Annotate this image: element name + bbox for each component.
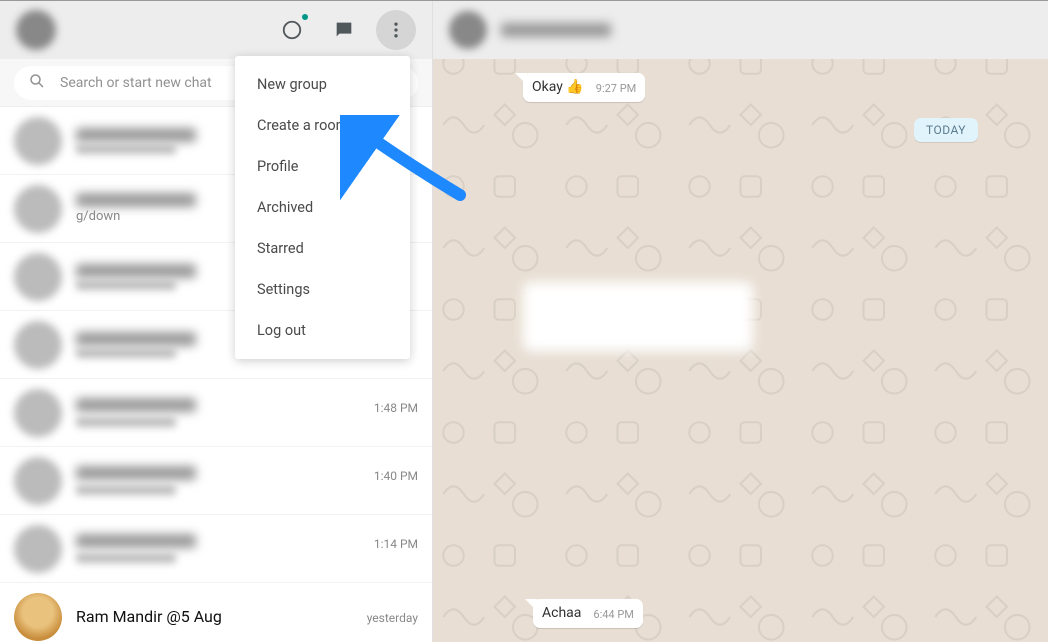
message-bubble-in-blurred — [523, 282, 753, 352]
menu-settings[interactable]: Settings — [235, 269, 410, 310]
chat-preview — [76, 553, 176, 563]
chat-avatar — [14, 457, 62, 505]
message-text: Achaa — [542, 605, 581, 621]
message-time: 6:44 PM — [593, 608, 633, 621]
conversation-header — [433, 1, 1048, 59]
chat-list-item[interactable]: 1:48 PM — [0, 379, 432, 447]
app-root: g/down 1:48 PM — [0, 0, 1048, 642]
chat-time: yesterday — [367, 611, 418, 625]
message-bubble-in: Okay 👍 9:27 PM — [523, 73, 645, 102]
chat-avatar — [14, 253, 62, 301]
left-panel: g/down 1:48 PM — [0, 1, 433, 642]
chat-preview — [76, 280, 176, 290]
right-panel: Okay 👍 9:27 PM TODAY Achaa 6:44 PM — [433, 1, 1048, 642]
search-icon — [28, 72, 46, 94]
chat-title — [76, 264, 196, 278]
main-menu-dropdown: New group Create a room Profile Archived… — [235, 56, 410, 359]
message-bubble-in: Achaa 6:44 PM — [533, 599, 643, 628]
menu-create-room[interactable]: Create a room — [235, 105, 410, 146]
chat-avatar — [14, 525, 62, 573]
menu-profile[interactable]: Profile — [235, 146, 410, 187]
chat-preview — [76, 417, 176, 427]
chat-avatar — [14, 117, 62, 165]
menu-icon[interactable] — [376, 10, 416, 50]
chat-avatar — [14, 321, 62, 369]
chat-avatar — [14, 593, 62, 641]
chat-preview — [76, 485, 176, 495]
chat-title — [76, 193, 196, 207]
my-avatar[interactable] — [16, 10, 56, 50]
chat-title: Ram Mandir @5 Aug — [76, 607, 222, 626]
chat-time: 1:48 PM — [374, 401, 418, 415]
conversation-title — [501, 23, 611, 37]
chat-list-item[interactable]: Ram Mandir @5 Aug yesterday — [0, 583, 432, 642]
message-text: Okay 👍 — [532, 79, 584, 95]
chat-preview — [76, 348, 176, 358]
date-chip: TODAY — [914, 118, 978, 142]
chat-title — [76, 332, 196, 346]
chat-preview — [76, 144, 176, 154]
chat-list-item[interactable]: 1:14 PM — [0, 515, 432, 583]
message-time: 9:27 PM — [596, 82, 636, 95]
left-header — [0, 1, 432, 59]
chat-time: 1:14 PM — [374, 537, 418, 551]
menu-logout[interactable]: Log out — [235, 310, 410, 351]
status-icon[interactable] — [272, 10, 312, 50]
menu-starred[interactable]: Starred — [235, 228, 410, 269]
chat-title — [76, 466, 196, 480]
chat-list-item[interactable]: 1:40 PM — [0, 447, 432, 515]
menu-new-group[interactable]: New group — [235, 64, 410, 105]
chat-time: 1:40 PM — [374, 469, 418, 483]
chat-title — [76, 398, 196, 412]
new-chat-icon[interactable] — [324, 10, 364, 50]
chat-title — [76, 128, 196, 142]
chat-title — [76, 534, 196, 548]
menu-archived[interactable]: Archived — [235, 187, 410, 228]
conversation-avatar[interactable] — [449, 11, 487, 49]
messages-area[interactable]: Okay 👍 9:27 PM TODAY Achaa 6:44 PM — [433, 59, 1048, 642]
chat-avatar — [14, 185, 62, 233]
chat-avatar — [14, 389, 62, 437]
